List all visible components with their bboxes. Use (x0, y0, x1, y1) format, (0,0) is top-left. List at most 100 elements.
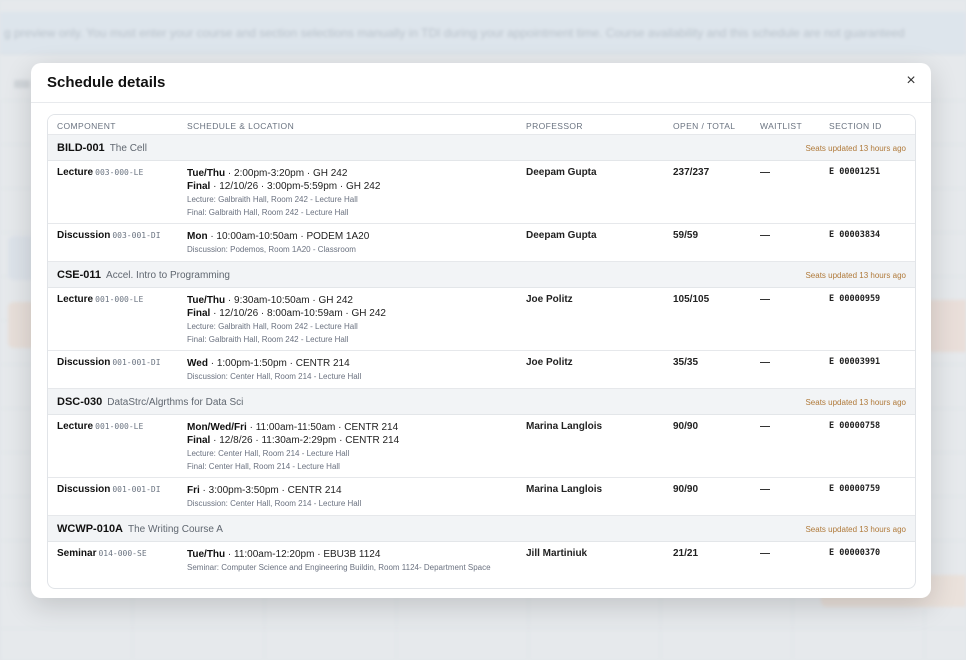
schedule-day-label: Tue/Thu (187, 168, 226, 179)
schedule-time: · 11:00am-11:50am · CENTR 214 (246, 422, 399, 433)
table-row: Lecture 001-000-LE Tue/Thu · 9:30am-10:50a… (48, 288, 915, 351)
schedule-time: · 12/8/26 · 11:30am-2:29pm · CENTR 214 (210, 435, 400, 446)
professor-name: Marina Langlois (526, 484, 603, 495)
section-id-value: E 00001251 (829, 167, 881, 177)
component-label: Discussion (57, 230, 111, 241)
schedule-day-label: Mon (187, 231, 208, 242)
professor-name: Marina Langlois (526, 421, 603, 432)
course-header: BILD-001 The Cell Seats updated 13 hours a… (48, 135, 915, 161)
course-name: Accel. Intro to Programming (106, 270, 230, 281)
component-cell: Seminar 014-000-SE (57, 548, 147, 559)
schedule-time: · 9:30am-10:50am · GH 242 (225, 295, 353, 306)
component-cell: Lecture 001-000-LE (57, 294, 143, 305)
table-row: Seminar 014-000-SE Tue/Thu · 11:00am-12:20… (48, 542, 915, 587)
component-cell: Lecture 003-000-LE (57, 167, 143, 178)
section-number: 003-001-DI (112, 231, 161, 240)
course-code: WCWP-010A The Writing Course A (57, 523, 223, 535)
waitlist-value: — (760, 421, 770, 432)
schedule-line: Tue/Thu · 2:00pm-3:20pm · GH 242 (187, 167, 512, 180)
schedule-line: Tue/Thu · 11:00am-12:20pm · EBU3B 1124 (187, 548, 512, 561)
open-total-value: 90/90 (673, 421, 699, 432)
open-total-value: 90/90 (673, 484, 699, 495)
course-header: DSC-030 DataStrc/Algrthms for Data Sci Sea… (48, 389, 915, 415)
section-number: 001-001-DI (112, 485, 161, 494)
schedule-time: · 10:00am-10:50am · PODEM 1A20 (207, 231, 370, 242)
course-code: DSC-030 DataStrc/Algrthms for Data Sci (57, 396, 243, 408)
professor-name: Joe Politz (526, 294, 573, 305)
professor-name: Deepam Gupta (526, 167, 597, 178)
course-name: The Cell (109, 143, 147, 154)
seats-updated-note: Seats updated 13 hours ago (805, 144, 906, 153)
seats-updated-note: Seats updated 13 hours ago (805, 398, 906, 407)
column-header-professor: PROFESSOR (526, 121, 583, 131)
waitlist-value: — (760, 357, 770, 368)
component-label: Lecture (57, 294, 94, 305)
schedule-day-label: Final (187, 181, 211, 192)
course-code-text: DSC-030 (57, 396, 103, 408)
table-header: COMPONENT SCHEDULE & LOCATION PROFESSOR … (48, 115, 915, 135)
schedule-location-cell: Wed · 1:00pm-1:50pm · CENTR 214 Discussio… (187, 357, 512, 383)
course-code-text: WCWP-010A (57, 523, 124, 535)
open-total-value: 237/237 (673, 167, 710, 178)
schedule-time: · 2:00pm-3:20pm · GH 242 (225, 168, 348, 179)
schedule-time: · 11:00am-12:20pm · EBU3B 1124 (225, 549, 381, 560)
open-total-value: 105/105 (673, 294, 710, 305)
section-id-value: E 00000759 (829, 484, 881, 494)
section-id-value: E 00000370 (829, 548, 881, 558)
schedule-line: Wed · 1:00pm-1:50pm · CENTR 214 (187, 357, 512, 370)
schedule-day-label: Fri (187, 485, 200, 496)
open-total-value: 59/59 (673, 230, 699, 241)
schedule-day-label: Final (187, 308, 211, 319)
component-label: Discussion (57, 357, 111, 368)
section-number: 014-000-SE (98, 549, 147, 558)
column-header-waitlist: WAITLIST (760, 121, 803, 131)
waitlist-value: — (760, 484, 770, 495)
waitlist-value: — (760, 167, 770, 178)
schedule-line: Final · 12/10/26 · 3:00pm-5:59pm · GH 24… (187, 180, 512, 193)
section-number: 003-000-LE (95, 168, 144, 177)
schedule-time: · 12/10/26 · 3:00pm-5:59pm · GH 242 (210, 181, 381, 192)
location-line: Discussion: Center Hall, Room 214 - Lect… (187, 499, 362, 508)
component-cell: Discussion 001-001-DI (57, 357, 161, 368)
professor-name: Deepam Gupta (526, 230, 597, 241)
location-line: Final: Galbraith Hall, Room 242 - Lectur… (187, 208, 349, 217)
component-label: Discussion (57, 484, 111, 495)
table-row: Discussion 001-001-DI Wed · 1:00pm-1:50pm … (48, 351, 915, 389)
schedule-table: COMPONENT SCHEDULE & LOCATION PROFESSOR … (47, 114, 916, 589)
section-id-value: E 00003991 (829, 357, 881, 367)
component-cell: Discussion 001-001-DI (57, 484, 161, 495)
modal-header: Schedule details × (31, 63, 931, 103)
schedule-day-label: Tue/Thu (187, 549, 226, 560)
close-button[interactable]: × (901, 71, 921, 91)
course-header: WCWP-010A The Writing Course A Seats updat… (48, 516, 915, 542)
section-number: 001-001-DI (112, 358, 161, 367)
schedule-line: Final · 12/8/26 · 11:30am-2:29pm · CENTR… (187, 434, 512, 447)
course-code-text: BILD-001 (57, 142, 105, 154)
schedule-details-modal: Schedule details × COMPONENT SCHEDULE & … (31, 63, 931, 598)
component-cell: Lecture 001-000-LE (57, 421, 143, 432)
schedule-line: Mon/Wed/Fri · 11:00am-11:50am · CENTR 21… (187, 421, 512, 434)
table-body: BILD-001 The Cell Seats updated 13 hours a… (48, 135, 915, 587)
modal-title: Schedule details (47, 74, 166, 91)
schedule-line: Tue/Thu · 9:30am-10:50am · GH 242 (187, 294, 512, 307)
course-code-text: CSE-011 (57, 269, 102, 281)
table-row: Lecture 003-000-LE Tue/Thu · 2:00pm-3:20pm… (48, 161, 915, 224)
column-header-section-id: SECTION ID (829, 121, 882, 131)
waitlist-value: — (760, 294, 770, 305)
schedule-location-cell: Mon · 10:00am-10:50am · PODEM 1A20 Discus… (187, 230, 512, 256)
location-line: Final: Galbraith Hall, Room 242 - Lectur… (187, 335, 349, 344)
location-line: Discussion: Podemos, Room 1A20 - Classro… (187, 245, 356, 254)
section-number: 001-000-LE (95, 422, 144, 431)
schedule-day-label: Tue/Thu (187, 295, 226, 306)
location-line: Discussion: Center Hall, Room 214 - Lect… (187, 372, 362, 381)
component-label: Seminar (57, 548, 97, 559)
seats-updated-note: Seats updated 13 hours ago (805, 271, 906, 280)
schedule-day-label: Wed (187, 358, 208, 369)
schedule-line: Final · 12/10/26 · 8:00am-10:59am · GH 2… (187, 307, 512, 320)
course-name: DataStrc/Algrthms for Data Sci (107, 397, 244, 408)
schedule-day-label: Mon/Wed/Fri (187, 422, 247, 433)
table-row: Discussion 001-001-DI Fri · 3:00pm-3:50pm … (48, 478, 915, 516)
column-header-component: COMPONENT (57, 121, 116, 131)
column-header-schedule: SCHEDULE & LOCATION (187, 121, 295, 131)
waitlist-value: — (760, 230, 770, 241)
